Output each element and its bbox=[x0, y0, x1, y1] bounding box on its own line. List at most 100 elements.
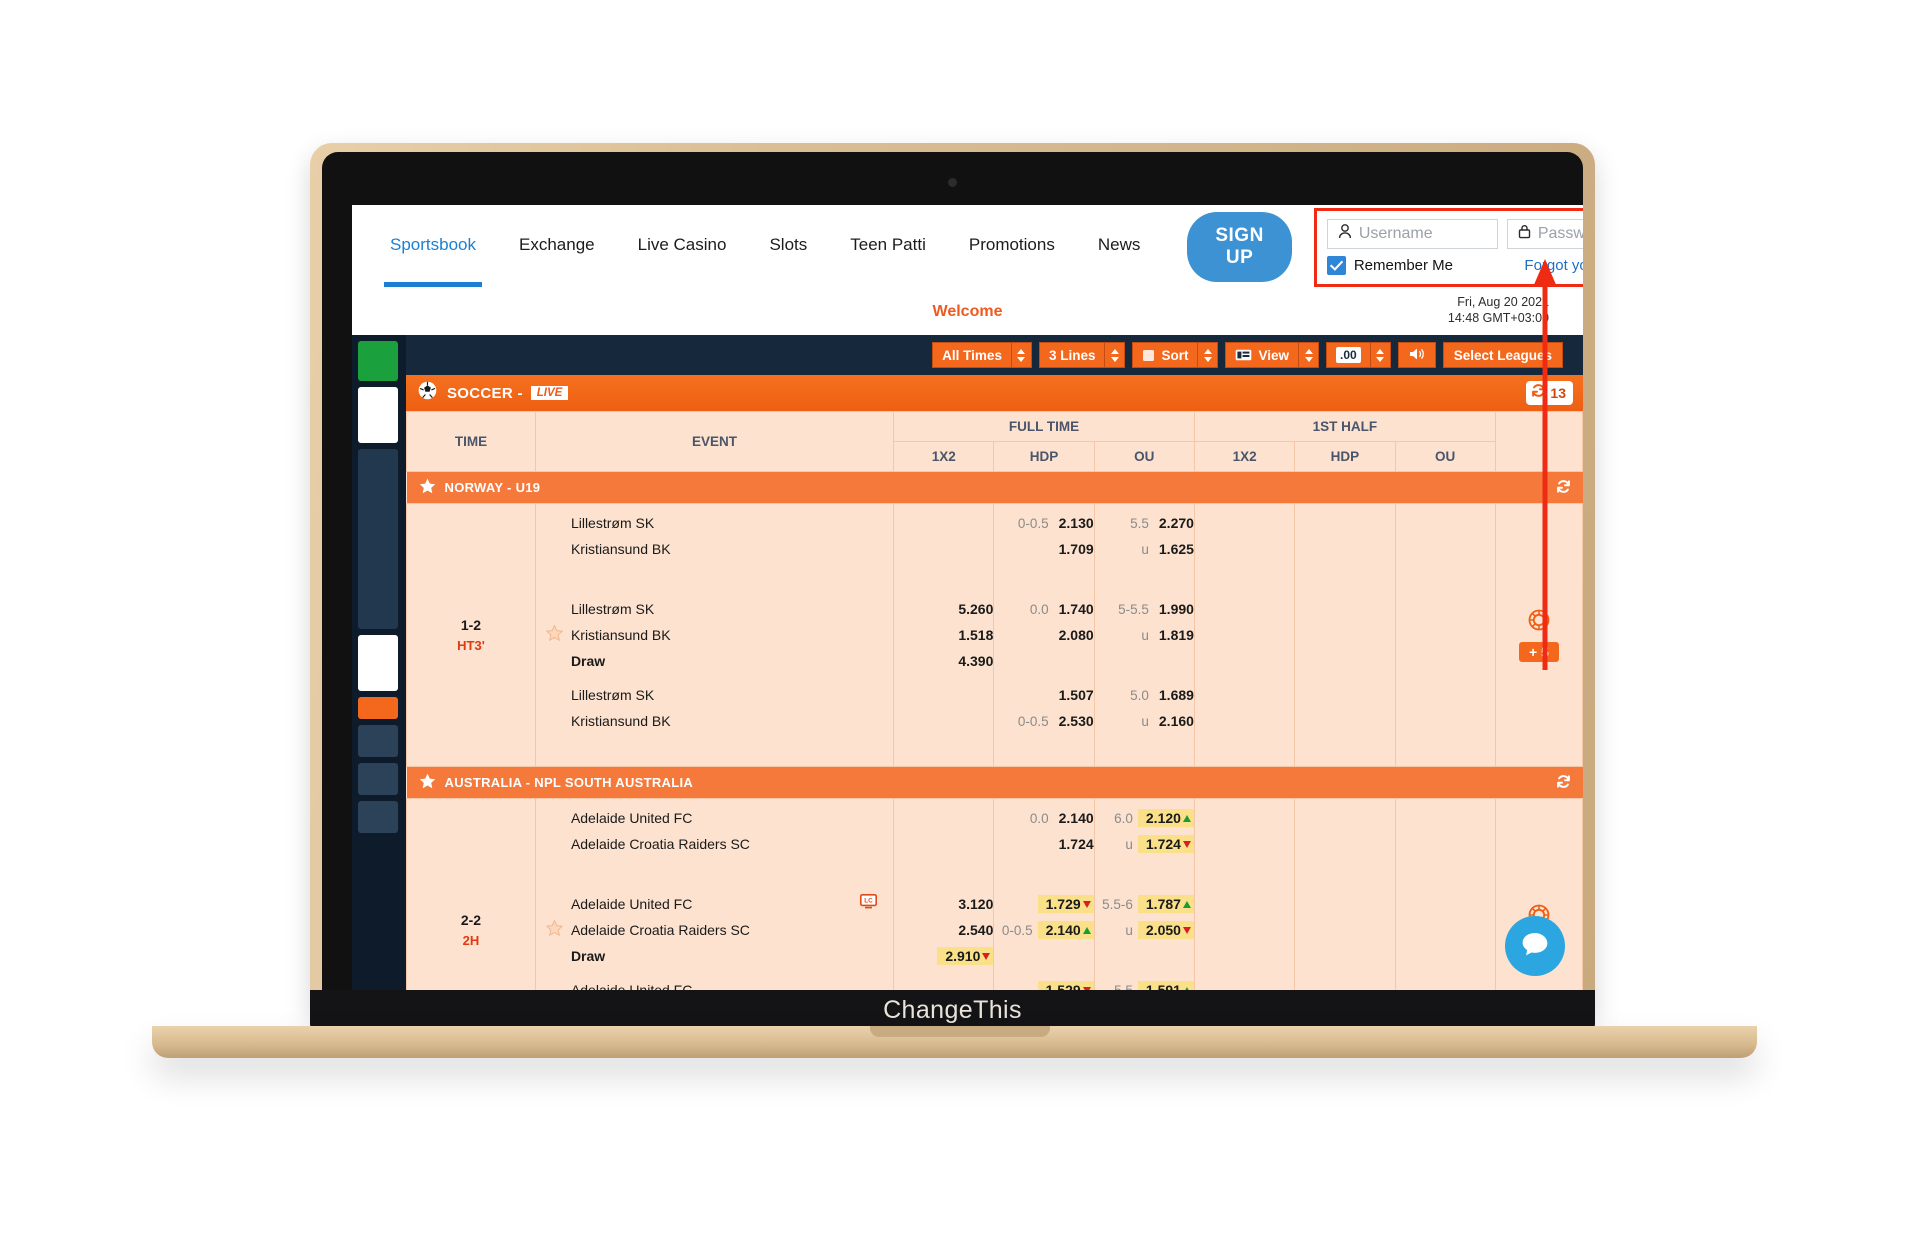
handicap-value: u bbox=[1125, 836, 1133, 852]
all-times-select[interactable]: All Times bbox=[932, 342, 1032, 368]
odds-cell[interactable]: 1.689 bbox=[1154, 687, 1194, 703]
market-line: 2.080 bbox=[994, 622, 1094, 648]
odds-cell[interactable]: 1.729 bbox=[1037, 895, 1094, 913]
favourite-star-icon[interactable] bbox=[545, 918, 564, 941]
event-line[interactable]: Kristiansund BK bbox=[546, 536, 885, 562]
odds-cell[interactable]: 2.050 bbox=[1137, 921, 1194, 939]
odds-cell[interactable]: 2.270 bbox=[1154, 515, 1194, 531]
odds-cell[interactable]: 2.120 bbox=[1137, 809, 1194, 827]
more-markets-icon[interactable] bbox=[1496, 609, 1582, 636]
handicap-value: u bbox=[1141, 627, 1149, 643]
remember-me-wrap[interactable]: Remember Me bbox=[1326, 255, 1453, 275]
odds-cell[interactable]: 1.724 bbox=[1137, 835, 1194, 853]
th-1h-hdp: HDP bbox=[1294, 441, 1396, 472]
market-line: 1.724 bbox=[994, 831, 1094, 857]
odds-down-arrow-icon bbox=[1082, 900, 1091, 908]
event-line[interactable]: Adelaide Croatia Raiders SC bbox=[545, 917, 885, 943]
view-select[interactable]: View bbox=[1225, 342, 1320, 368]
match-actions-cell: + 5 bbox=[1494, 503, 1583, 767]
league-refresh-icon[interactable] bbox=[1556, 479, 1571, 497]
odds-cell[interactable]: 2.140 bbox=[1037, 921, 1094, 939]
sound-toggle-button[interactable] bbox=[1397, 342, 1436, 368]
more-markets-badge[interactable]: + 5 bbox=[1518, 641, 1559, 662]
remember-me-checkbox[interactable] bbox=[1326, 255, 1346, 275]
odds-cell[interactable]: 2.910 bbox=[937, 947, 994, 965]
odds-cell[interactable]: 2.140 bbox=[1054, 810, 1094, 826]
event-line[interactable] bbox=[546, 562, 885, 588]
odds-cell[interactable]: 3.120 bbox=[953, 896, 993, 912]
odds-value: 2.270 bbox=[1158, 515, 1194, 531]
league-header-row[interactable]: AUSTRALIA - NPL SOUTH AUSTRALIA bbox=[406, 766, 1583, 799]
event-line[interactable]: Adelaide United FC bbox=[546, 977, 885, 990]
match-score: 2-2 bbox=[460, 911, 482, 928]
event-line[interactable]: Lillestrøm SK bbox=[546, 596, 885, 622]
event-line[interactable]: Draw bbox=[546, 648, 885, 674]
event-line[interactable] bbox=[546, 734, 885, 760]
event-line[interactable]: Adelaide United FC LC bbox=[546, 891, 885, 917]
event-line[interactable] bbox=[546, 857, 885, 883]
event-line[interactable]: Lillestrøm SK bbox=[546, 510, 885, 536]
event-line[interactable]: Kristiansund BK bbox=[545, 622, 885, 648]
team-name: Draw bbox=[570, 948, 606, 964]
nav-item-slots[interactable]: Slots bbox=[769, 235, 807, 259]
market-line: 0.0 1.740 bbox=[994, 596, 1094, 622]
event-line[interactable]: Adelaide United FC bbox=[546, 805, 885, 831]
market-1h-hdp bbox=[1294, 798, 1396, 990]
password-field[interactable]: Password bbox=[1506, 218, 1583, 249]
odds-cell[interactable]: 2.160 bbox=[1154, 713, 1194, 729]
favourite-star-icon[interactable] bbox=[545, 623, 564, 646]
odds-cell[interactable]: 2.540 bbox=[953, 922, 993, 938]
sign-up-button[interactable]: SIGN UP bbox=[1187, 212, 1292, 282]
handicap-value: 6.0 bbox=[1114, 810, 1133, 826]
match-time-cell: 2-2 2H bbox=[406, 798, 536, 990]
odds-cell[interactable]: 5.260 bbox=[953, 601, 993, 617]
nav-item-live-casino[interactable]: Live Casino bbox=[638, 235, 727, 259]
odds-cell[interactable]: 1.625 bbox=[1154, 541, 1194, 557]
odds-cell[interactable]: 2.080 bbox=[1054, 627, 1094, 643]
league-refresh-icon[interactable] bbox=[1556, 774, 1571, 792]
nav-item-sportsbook[interactable]: Sportsbook bbox=[384, 235, 482, 287]
event-line[interactable]: Lillestrøm SK bbox=[546, 682, 885, 708]
market-line: 6.0 2.120 bbox=[1095, 805, 1194, 831]
event-line[interactable]: Draw bbox=[546, 943, 885, 969]
odds-cell[interactable]: 1.724 bbox=[1054, 836, 1094, 852]
odds-cell[interactable]: 4.390 bbox=[953, 653, 993, 669]
match-period: HT3' bbox=[457, 637, 485, 653]
odds-cell[interactable]: 1.740 bbox=[1054, 601, 1094, 617]
sort-select[interactable]: Sort bbox=[1132, 342, 1219, 368]
odds-cell[interactable]: 1.787 bbox=[1137, 895, 1194, 913]
forgot-password-link[interactable]: Forgot your password? bbox=[1524, 257, 1583, 274]
odds-cell[interactable]: 1.709 bbox=[1054, 541, 1094, 557]
nav-item-news[interactable]: News bbox=[1098, 235, 1141, 259]
nav-item-teen-patti[interactable]: Teen Patti bbox=[850, 235, 926, 259]
nav-item-promotions[interactable]: Promotions bbox=[969, 235, 1055, 259]
odds-cell[interactable]: 1.591 bbox=[1137, 981, 1194, 990]
username-field[interactable]: Username bbox=[1326, 218, 1498, 249]
odds-cell[interactable]: 1.819 bbox=[1154, 627, 1194, 643]
odds-cell[interactable]: 2.530 bbox=[1054, 713, 1094, 729]
market-line bbox=[994, 943, 1093, 969]
top-navigation-bar: Sportsbook Exchange Live Casino Slots Te… bbox=[352, 205, 1583, 289]
odds-cell[interactable]: 1.507 bbox=[1054, 687, 1094, 703]
odds-cell[interactable]: 1.990 bbox=[1154, 601, 1194, 617]
league-header-row[interactable]: NORWAY - U19 bbox=[406, 471, 1583, 504]
live-stream-icon[interactable]: LC bbox=[860, 894, 878, 914]
select-leagues-button[interactable]: Select Leagues bbox=[1442, 342, 1563, 368]
favourite-star-icon[interactable] bbox=[419, 478, 436, 497]
sport-title: SOCCER - bbox=[447, 384, 523, 402]
favourite-star-icon[interactable] bbox=[419, 773, 436, 792]
chat-bubble-button[interactable] bbox=[1505, 916, 1565, 976]
market-ft-ou: 5.5 2.270 u 1.625 5-5.5 1.990 u 1.819 5.0 1.689 u 2… bbox=[1093, 503, 1195, 767]
lines-select[interactable]: 3 Lines bbox=[1038, 342, 1126, 368]
handicap-value: u bbox=[1125, 922, 1133, 938]
nav-item-exchange[interactable]: Exchange bbox=[519, 235, 595, 259]
odds-format-select[interactable]: .00 bbox=[1326, 342, 1391, 368]
odds-cell[interactable]: 1.529 bbox=[1037, 981, 1094, 990]
chevron-updown-icon bbox=[1369, 343, 1390, 367]
odds-cell[interactable]: 2.130 bbox=[1054, 515, 1094, 531]
event-line[interactable]: Kristiansund BK bbox=[546, 708, 885, 734]
refresh-countdown-badge[interactable]: 13 bbox=[1526, 381, 1573, 405]
event-line[interactable]: Adelaide Croatia Raiders SC bbox=[546, 831, 885, 857]
odds-cell[interactable]: 1.518 bbox=[953, 627, 993, 643]
market-line: 5.5 1.591 bbox=[1095, 977, 1194, 990]
